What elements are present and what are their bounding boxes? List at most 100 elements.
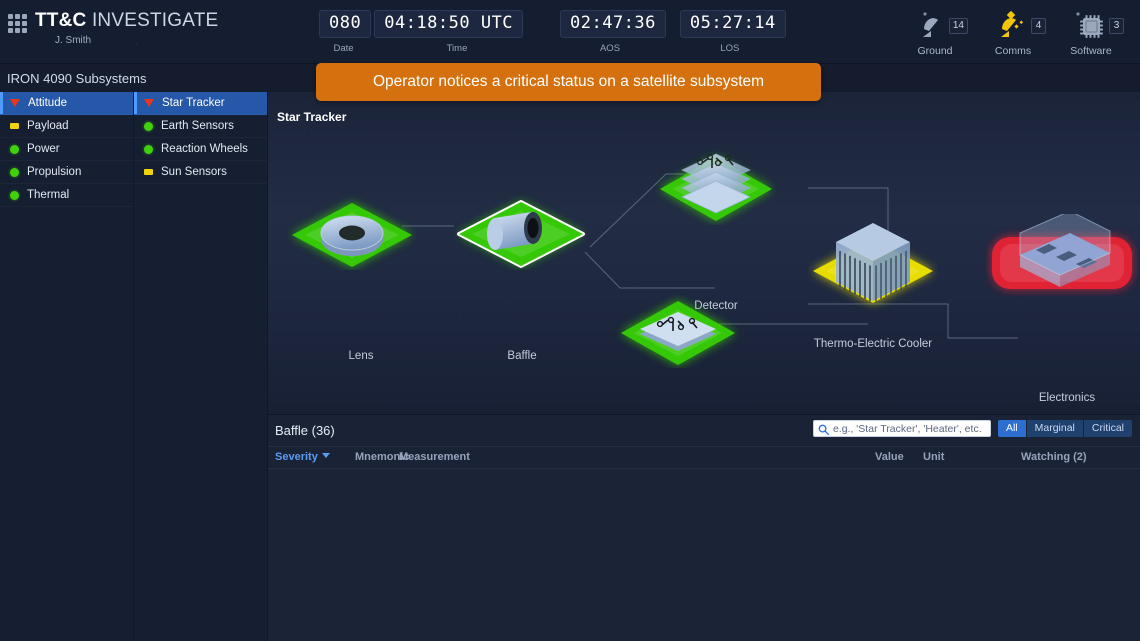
chip-icon xyxy=(1074,11,1108,41)
status-nominal-icon xyxy=(10,145,19,154)
status-label-comms: Comms xyxy=(974,45,1052,57)
diagram-node-shape-baffle xyxy=(454,182,588,270)
search-box[interactable] xyxy=(813,420,991,437)
instruction-banner: Operator notices a critical status on a … xyxy=(316,63,821,101)
status-critical-icon xyxy=(10,99,20,107)
clock-caption-los-0: LOS xyxy=(680,43,780,54)
status-badge-ground: 14 xyxy=(949,18,968,34)
search-icon xyxy=(818,424,830,436)
sidebar-title: IRON 4090 Subsystems xyxy=(0,64,268,92)
sidebar-item-propulsion[interactable]: Propulsion xyxy=(0,161,133,184)
diagram-node-label-baffle: Baffle xyxy=(507,350,536,362)
sidebar-item-label: Attitude xyxy=(28,97,67,109)
diagram-node-detection-module[interactable]: Detection Module xyxy=(616,282,740,396)
brand-name-secondary: INVESTIGATE xyxy=(92,10,218,31)
diagram-node-shape-detection-module xyxy=(616,282,740,368)
component-item-reaction-wheels[interactable]: Reaction Wheels xyxy=(134,138,267,161)
status-item-ground[interactable]: 14 Ground xyxy=(896,8,974,57)
status-marginal-icon xyxy=(10,123,19,129)
component-item-sun-sensors[interactable]: Sun Sensors xyxy=(134,161,267,184)
sidebar-item-label: Payload xyxy=(27,120,69,132)
sidebar-title-text: IRON 4090 Subsystems xyxy=(7,71,146,86)
status-nominal-icon xyxy=(10,168,19,177)
clock-group-aos: 02:47:36 AOS xyxy=(560,10,666,54)
status-item-comms[interactable]: 4 Comms xyxy=(974,8,1052,57)
column-header-label: Severity xyxy=(275,451,318,463)
clock-value-date-time-0: 080 xyxy=(319,10,371,38)
clock-group-container: 08004:18:50 UTC DateTime 02:47:36 AOS 05:27:… xyxy=(319,10,800,54)
diagram-node-label-electronics: Electronics xyxy=(1039,392,1095,404)
search-input[interactable] xyxy=(833,421,990,436)
comms-antenna-icon xyxy=(996,11,1030,41)
status-marginal-icon xyxy=(144,169,153,175)
component-list: Star Tracker Earth Sensors Reaction Wheels… xyxy=(134,92,267,184)
clock-value-los-0: 05:27:14 xyxy=(680,10,786,38)
diagram-node-label-lens: Lens xyxy=(349,350,374,362)
status-critical-icon xyxy=(144,99,154,107)
telemetry-table-body xyxy=(268,469,1140,641)
component-item-label: Star Tracker xyxy=(162,97,225,109)
diagram-node-shape-electronics xyxy=(986,214,1138,296)
diagram-node-shape-lens xyxy=(287,184,417,270)
sidebar-item-thermal[interactable]: Thermal xyxy=(0,184,133,207)
diagram-title: Star Tracker xyxy=(277,110,346,124)
telemetry-panel: Baffle (36) AllMarginalCritical Severity… xyxy=(268,414,1140,641)
status-nominal-icon xyxy=(144,122,153,131)
filter-pill-critical[interactable]: Critical xyxy=(1084,420,1132,437)
subsystem-diagram: Star Tracker Lens Baffle Detector Detection… xyxy=(268,92,1140,414)
column-header-severity[interactable]: Severity xyxy=(275,451,330,463)
component-item-star-tracker[interactable]: Star Tracker xyxy=(134,92,267,115)
brand-name-primary: TT&C xyxy=(35,10,86,31)
diagram-node-shape-thermo-electric-cooler xyxy=(808,212,938,314)
filter-pill-all[interactable]: All xyxy=(998,420,1027,437)
filter-pill-marginal[interactable]: Marginal xyxy=(1027,420,1084,437)
component-list-panel: Star Tracker Earth Sensors Reaction Wheels… xyxy=(134,92,268,641)
column-header-watching-2-[interactable]: Watching (2) xyxy=(1021,451,1087,463)
severity-filter-group: AllMarginalCritical xyxy=(998,420,1132,437)
column-header-measurement[interactable]: Measurement xyxy=(399,451,470,463)
column-header-label: Value xyxy=(875,451,904,463)
diagram-node-thermo-electric-cooler[interactable]: Thermo-Electric Cooler xyxy=(808,212,938,342)
diagram-node-label-thermo-electric-cooler: Thermo-Electric Cooler xyxy=(814,338,932,350)
sidebar-item-label: Power xyxy=(27,143,60,155)
status-badge-comms: 4 xyxy=(1031,18,1046,34)
column-header-unit[interactable]: Unit xyxy=(923,451,944,463)
component-item-label: Earth Sensors xyxy=(161,120,234,132)
instruction-banner-text: Operator notices a critical status on a … xyxy=(373,73,764,91)
clock-caption-date-time-0: Date xyxy=(319,43,368,54)
status-label-software: Software xyxy=(1052,45,1130,57)
clock-value-date-time-1: 04:18:50 UTC xyxy=(374,10,523,38)
subsystem-list-panel: Attitude Payload Power Propulsion Thermal xyxy=(0,92,134,641)
clock-value-aos-0: 02:47:36 xyxy=(560,10,666,38)
diagram-node-electronics[interactable]: Electronics xyxy=(986,214,1138,324)
status-item-software[interactable]: 3 Software xyxy=(1052,8,1130,57)
sidebar-item-payload[interactable]: Payload xyxy=(0,115,133,138)
status-nominal-icon xyxy=(10,191,19,200)
clock-group-date-time: 08004:18:50 UTC DateTime xyxy=(319,10,546,54)
diagram-node-baffle[interactable]: Baffle xyxy=(454,182,588,298)
app-header: TT&C INVESTIGATE J. Smith 08004:18:50 UT… xyxy=(0,0,1140,64)
sort-descending-icon xyxy=(322,453,330,458)
sidebar-item-label: Propulsion xyxy=(27,166,81,178)
status-label-ground: Ground xyxy=(896,45,974,57)
current-user-label: J. Smith xyxy=(55,36,218,46)
sidebar-item-attitude[interactable]: Attitude xyxy=(0,92,133,115)
diagram-node-lens[interactable]: Lens xyxy=(287,184,417,298)
status-badge-software: 3 xyxy=(1109,18,1124,34)
column-header-label: Unit xyxy=(923,451,944,463)
telemetry-panel-title: Baffle (36) xyxy=(275,423,335,438)
subsystem-list: Attitude Payload Power Propulsion Thermal xyxy=(0,92,133,207)
satellite-dish-icon xyxy=(918,11,952,41)
clock-caption-aos-0: AOS xyxy=(560,43,660,54)
diagram-node-detector[interactable]: Detector xyxy=(655,137,777,253)
clock-caption-date-time-1: Time xyxy=(368,43,546,54)
telemetry-table-header: SeverityMnemonicMeasurementValueUnitWatc… xyxy=(268,447,1140,469)
brand[interactable]: TT&C INVESTIGATE J. Smith xyxy=(8,11,218,46)
column-header-value[interactable]: Value xyxy=(875,451,904,463)
sidebar-item-label: Thermal xyxy=(27,189,69,201)
telemetry-panel-controls: AllMarginalCritical xyxy=(813,420,1132,437)
component-item-earth-sensors[interactable]: Earth Sensors xyxy=(134,115,267,138)
sidebar-item-power[interactable]: Power xyxy=(0,138,133,161)
column-header-label: Watching (2) xyxy=(1021,451,1087,463)
status-nominal-icon xyxy=(144,145,153,154)
